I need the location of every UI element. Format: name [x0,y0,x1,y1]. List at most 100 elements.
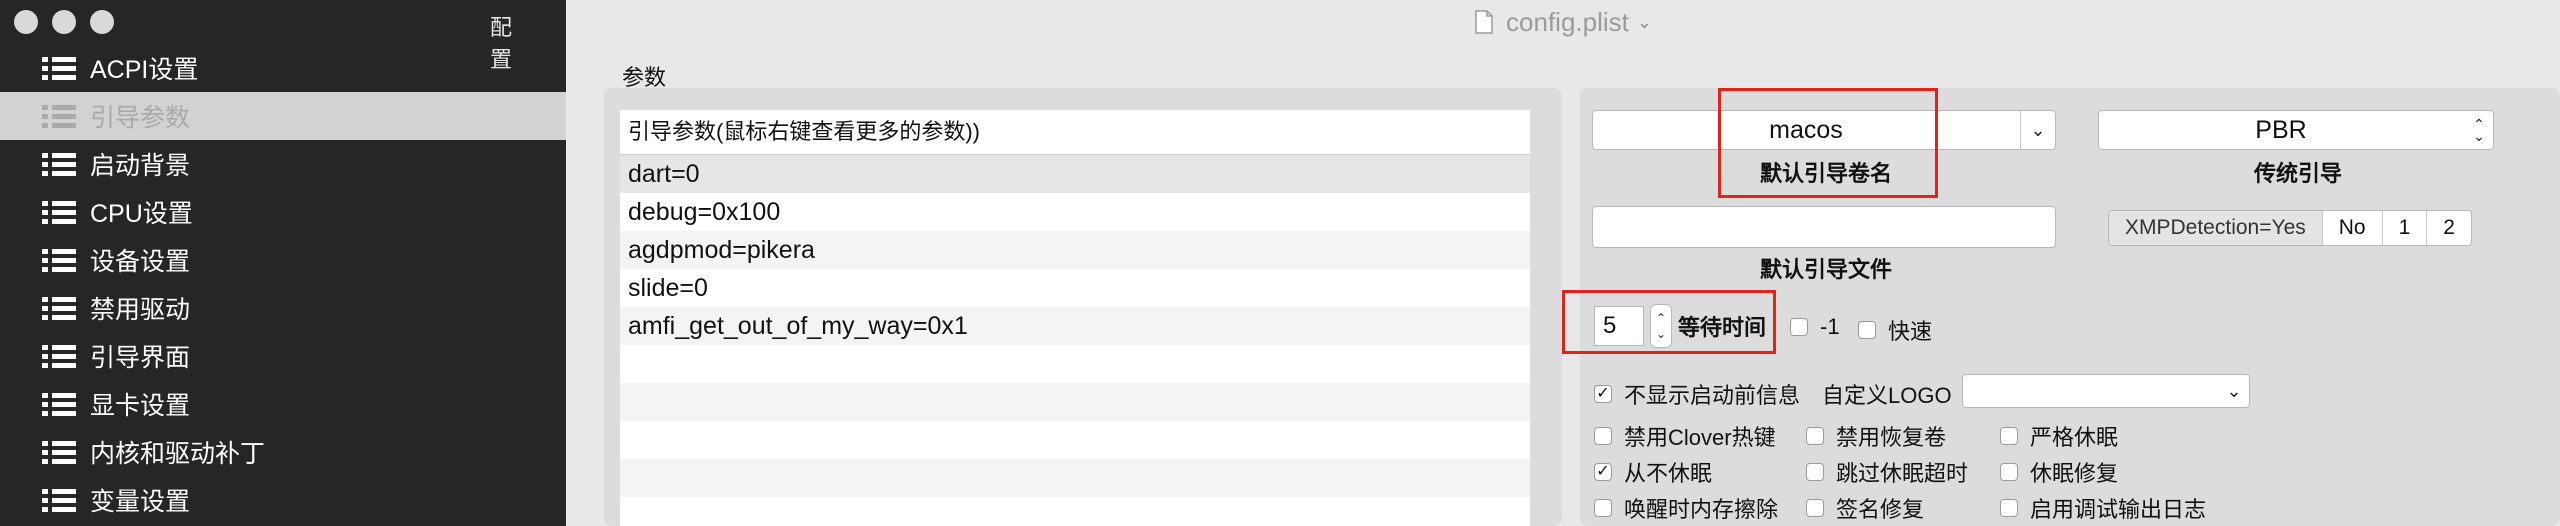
sidebar-item-kernel-kext-patches[interactable]: 内核和驱动补丁 [0,428,566,476]
table-row[interactable]: slide=0 [620,269,1530,307]
chevron-down-icon[interactable]: ⌄ [1637,12,1652,33]
checkbox-box [2000,463,2018,481]
sidebar-item-acpi[interactable]: ACPI设置 [0,44,566,92]
close-window-button[interactable] [14,10,38,34]
checkbox-label: -1 [1820,314,1840,339]
custom-logo-value [1963,375,2213,407]
sidebar-item-disable-drivers[interactable]: 禁用驱动 [0,284,566,332]
checkbox-label: 禁用恢复卷 [1836,425,1947,450]
list-icon [42,152,76,176]
wake-memory-erase-checkbox[interactable]: 唤醒时内存擦除 [1594,492,1778,524]
minimize-window-button[interactable] [52,10,76,34]
checkbox-box [1594,499,1612,517]
strict-hibernate-checkbox[interactable]: 严格休眠 [2000,420,2118,452]
sidebar-item-label: 启动背景 [90,152,191,180]
checkbox-label: 不显示启动前信息 [1624,383,1801,408]
sidebar-item-label: 显卡设置 [90,392,191,420]
checkbox-box [2000,499,2018,517]
title-bar: config.plist ⌄ [566,0,2560,44]
sidebar-item-boot-args[interactable]: 引导参数 [0,92,566,140]
checkbox-box: ✓ [1594,385,1612,403]
window-controls [14,10,114,34]
never-hibernate-checkbox[interactable]: ✓ 从不休眠 [1594,456,1712,488]
boot-args-table: 引导参数(鼠标右键查看更多的参数)) dart=0 debug=0x100 ag… [620,110,1530,526]
xmp-detection-segmented: XMPDetection=Yes No 1 2 [2108,210,2472,246]
window-title: config.plist [1506,6,1629,37]
list-icon [42,488,76,512]
checkbox-label: 启用调试输出日志 [2030,497,2207,522]
xmp-option[interactable]: 1 [2381,211,2427,245]
sidebar-item-devices[interactable]: 设备设置 [0,236,566,284]
hibernate-fix-checkbox[interactable]: 休眠修复 [2000,456,2118,488]
xmp-option[interactable]: 2 [2426,211,2471,245]
checkbox-label: 唤醒时内存擦除 [1624,497,1779,522]
sidebar-item-label: 禁用驱动 [90,296,191,324]
empty-row[interactable] [620,345,1530,383]
table-row[interactable]: agdpmod=pikera [620,231,1530,269]
sidebar-item-boot-graphics[interactable]: 启动背景 [0,140,566,188]
empty-row[interactable] [620,497,1530,526]
chevron-down-icon: ⌄ [2226,380,2242,401]
xmp-option[interactable]: XMPDetection=Yes [2109,211,2322,245]
checkbox-box [2000,427,2018,445]
default-loader-label: 默认引导文件 [1760,257,1893,282]
checkbox-label: 跳过休眠超时 [1836,461,1969,486]
sidebar-item-label: ACPI设置 [90,56,199,84]
sidebar-item-cpu[interactable]: CPU设置 [0,188,566,236]
updown-chevron-icon: ⌃ ⌄ [2473,116,2485,144]
checkbox-label: 禁用Clover热键 [1624,425,1776,450]
list-icon [42,248,76,272]
sidebar-item-rt-variables[interactable]: 变量设置 [0,476,566,524]
table-row[interactable]: dart=0 [620,155,1530,193]
table-row[interactable]: amfi_get_out_of_my_way=0x1 [620,307,1530,345]
sidebar-item-label: 设备设置 [90,248,191,276]
highlight-box [1562,290,1776,354]
checkbox-box: ✓ [1594,463,1612,481]
chevron-down-icon: ⌄ [2020,111,2055,149]
checkbox-label: 从不休眠 [1624,461,1713,486]
legacy-boot-select[interactable]: PBR ⌃ ⌄ [2098,110,2494,150]
signature-fix-checkbox[interactable]: 签名修复 [1806,492,1924,524]
sidebar-item-gui[interactable]: 引导界面 [0,332,566,380]
disable-hotkeys-checkbox[interactable]: 禁用Clover热键 [1594,420,1776,452]
legacy-boot-value: PBR [2255,115,2307,144]
checkbox-box [1806,427,1824,445]
fast-checkbox[interactable]: 快速 [1858,314,1932,346]
xmp-option[interactable]: No [2321,211,2382,245]
list-icon [42,56,76,80]
checkbox-label: 快速 [1888,319,1933,344]
list-icon [42,296,76,320]
default-loader-value [1593,207,2055,247]
checkbox-label: 严格休眠 [2030,425,2119,450]
document-icon [1475,10,1493,34]
custom-logo-label: 自定义LOGO [1822,383,1952,408]
no-early-progress-checkbox[interactable]: ✓ 不显示启动前信息 [1594,378,1800,410]
disable-recovery-checkbox[interactable]: 禁用恢复卷 [1806,420,1946,452]
checkbox-box [1806,463,1824,481]
empty-row[interactable] [620,383,1530,421]
list-icon [42,200,76,224]
minus1-checkbox[interactable]: -1 [1790,314,1840,340]
empty-row[interactable] [620,459,1530,497]
checkbox-label: 签名修复 [1836,497,1925,522]
custom-logo-select[interactable]: ⌄ [1962,374,2250,408]
debug-log-checkbox[interactable]: 启用调试输出日志 [2000,492,2206,524]
legacy-boot-label: 传统引导 [2254,161,2343,186]
zoom-window-button[interactable] [90,10,114,34]
sidebar-item-graphics[interactable]: 显卡设置 [0,380,566,428]
checkbox-label: 休眠修复 [2030,461,2119,486]
sidebar-list: ACPI设置 引导参数启动背景 CPU设置设备设置禁用驱动引导界面显卡设置内核和驱动… [0,44,566,524]
empty-row[interactable] [620,421,1530,459]
list-icon [42,440,76,464]
checkbox-box [1806,499,1824,517]
sidebar: 配 置 ACPI设置 引导参数 启动背景 CPU设置 设备设置 禁用驱动 引导界面 显卡设置内… [0,0,566,526]
sidebar-item-label: 内核和驱动补丁 [90,440,266,468]
default-loader-input[interactable] [1592,206,2056,248]
highlight-box [1718,88,1938,198]
skip-hibernate-timeout-checkbox[interactable]: 跳过休眠超时 [1806,456,1968,488]
checkbox-box [1858,321,1876,339]
boot-args-header[interactable]: 引导参数(鼠标右键查看更多的参数)) [620,110,1530,155]
table-row[interactable]: debug=0x100 [620,193,1530,231]
sidebar-item-label: 变量设置 [90,488,191,516]
sidebar-item-label: 引导参数 [90,104,191,132]
